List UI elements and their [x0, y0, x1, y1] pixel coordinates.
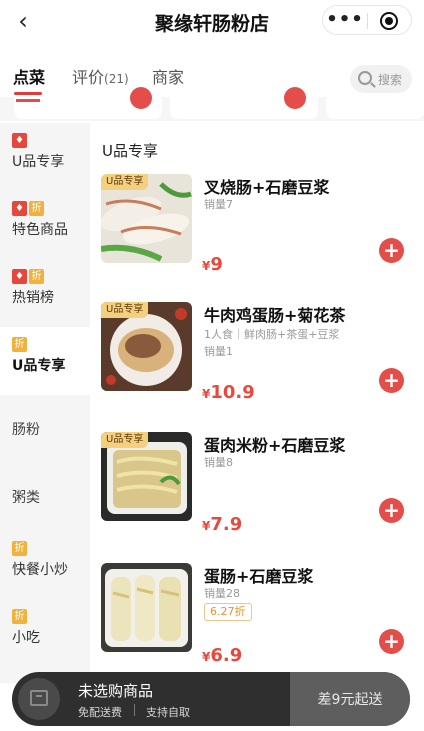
recommend-strip	[0, 87, 424, 121]
product-price: ¥7.9	[202, 514, 242, 535]
cart-icon[interactable]	[18, 678, 60, 720]
category-sidebar: ♦ U品专享 ♦ 折 特色商品 ♦ 折 热销榜 折 U品专享 肠粉 粥类 折 快餐小…	[0, 123, 90, 683]
badge-group: ♦	[12, 133, 27, 149]
product-name: 牛肉鸡蛋肠+菊花茶	[204, 306, 346, 325]
product-image[interactable]	[101, 563, 192, 652]
search-icon	[358, 71, 372, 85]
price-value: 10.9	[210, 382, 255, 403]
price-value: 9	[210, 254, 223, 275]
add-to-cart-button[interactable]: +	[379, 498, 404, 523]
product-item[interactable]: U品专享 叉烧肠+石磨豆浆 销量7 ¥9 +	[90, 174, 424, 306]
product-image[interactable]: U品专享	[101, 432, 192, 521]
sidebar-item-label: U品专享	[12, 154, 65, 170]
cart-divider	[134, 704, 135, 716]
product-price: ¥9	[202, 254, 223, 275]
sidebar-item-u-exclusive-active[interactable]: 折 U品专享	[0, 327, 90, 395]
badge-group: 折	[12, 337, 27, 353]
search-placeholder: 搜索	[378, 73, 403, 87]
tab-reviews-count: (21)	[104, 72, 129, 86]
product-image[interactable]: U品专享	[101, 302, 192, 391]
product-sales: 销量7	[204, 198, 233, 211]
egg-rice-roll-photo	[101, 563, 192, 652]
sidebar-item-porridge[interactable]: 粥类	[0, 463, 90, 531]
more-icon[interactable]: •••	[323, 6, 367, 36]
add-icon[interactable]	[130, 87, 152, 109]
tab-merchant[interactable]: 商家	[152, 64, 184, 88]
sidebar-item-fast-food[interactable]: 折 快餐小炒	[0, 531, 90, 599]
price-value: 7.9	[210, 514, 243, 535]
discount-badge: 折	[29, 269, 44, 284]
sidebar-item-snacks[interactable]: 折 小吃	[0, 599, 90, 667]
product-name: 蛋肉米粉+石磨豆浆	[204, 436, 346, 455]
cart-bar[interactable]: 未选购商品 免配送费 支持自取 差9元起送	[12, 672, 410, 726]
sidebar-item-featured[interactable]: ♦ 折 特色商品	[0, 191, 90, 259]
product-sales: 销量1	[204, 345, 233, 358]
tab-active-indicator	[14, 92, 42, 95]
checkout-button[interactable]: 差9元起送	[290, 672, 410, 726]
sidebar-item-rice-rolls[interactable]: 肠粉	[0, 395, 90, 463]
product-image[interactable]: U品专享	[101, 174, 192, 263]
close-target-icon[interactable]	[380, 12, 398, 30]
badge-group: 折	[12, 609, 27, 625]
badge-group: ♦ 折	[12, 201, 44, 217]
product-price: ¥10.9	[202, 382, 255, 403]
discount-badge: 折	[12, 609, 27, 624]
search-box[interactable]: 搜索	[350, 65, 412, 93]
sidebar-item-hot-list[interactable]: ♦ 折 热销榜	[0, 259, 90, 327]
flame-icon: ♦	[12, 133, 27, 148]
sidebar-item-label: 肠粉	[12, 422, 40, 438]
capsule-divider	[367, 13, 368, 29]
flame-icon: ♦	[12, 201, 27, 216]
product-sales: 销量28	[204, 587, 240, 600]
recommend-card[interactable]	[14, 87, 162, 119]
product-item[interactable]: U品专享 蛋肉米粉+石磨豆浆 销量8 ¥7.9 +	[90, 432, 424, 564]
exclusive-tag: U品专享	[101, 432, 149, 448]
cart-box-shape	[30, 690, 48, 706]
recommend-card[interactable]	[326, 97, 424, 119]
pickup-note: 支持自取	[146, 706, 190, 719]
exclusive-tag: U品专享	[101, 302, 149, 318]
product-sales: 销量8	[204, 456, 233, 469]
sidebar-item-label: U品专享	[12, 358, 66, 374]
recommend-card[interactable]	[170, 87, 318, 119]
discount-badge: 折	[12, 337, 27, 352]
sidebar-item-label: 快餐小炒	[12, 562, 68, 578]
recommend-card-mark	[16, 99, 40, 102]
product-description: 1人食｜鲜肉肠+茶蛋+豆浆	[204, 328, 340, 341]
product-price: ¥6.9	[202, 645, 242, 666]
badge-group: 折	[12, 541, 27, 557]
tab-reviews-label: 评价	[72, 68, 105, 87]
mini-program-capsule: •••	[322, 5, 412, 35]
product-name: 叉烧肠+石磨豆浆	[204, 178, 330, 197]
discount-badge: 6.27折	[204, 603, 252, 621]
product-item[interactable]: U品专享 牛肉鸡蛋肠+菊花茶 1人食｜鲜肉肠+茶蛋+豆浆 销量1 ¥10.9 +	[90, 302, 424, 434]
add-to-cart-button[interactable]: +	[379, 629, 404, 654]
cart-status: 未选购商品	[78, 682, 154, 700]
product-name: 蛋肠+石磨豆浆	[204, 567, 314, 586]
exclusive-tag: U品专享	[101, 174, 149, 190]
add-to-cart-button[interactable]: +	[379, 368, 404, 393]
flame-icon: ♦	[12, 269, 27, 284]
discount-badge: 折	[29, 201, 44, 216]
sidebar-item-label: 特色商品	[12, 222, 68, 238]
add-icon[interactable]	[284, 87, 306, 109]
sidebar-item-label: 小吃	[12, 630, 40, 646]
discount-badge: 折	[12, 541, 27, 556]
sidebar-item-label: 粥类	[12, 490, 40, 506]
sidebar-item-label: 热销榜	[12, 290, 54, 306]
badge-group: ♦ 折	[12, 269, 44, 285]
header-bar: ‹ 聚缘轩肠粉店 •••	[0, 0, 424, 44]
add-to-cart-button[interactable]: +	[379, 238, 404, 263]
price-value: 6.9	[210, 645, 243, 666]
tab-order[interactable]: 点菜	[13, 64, 45, 88]
sidebar-item-u-exclusive[interactable]: ♦ U品专享	[0, 123, 90, 191]
section-title: U品专享	[102, 142, 158, 160]
delivery-note: 免配送费	[78, 706, 122, 719]
minimum-order-note: 差9元起送	[317, 692, 383, 708]
tab-reviews[interactable]: 评价(21)	[72, 64, 129, 88]
